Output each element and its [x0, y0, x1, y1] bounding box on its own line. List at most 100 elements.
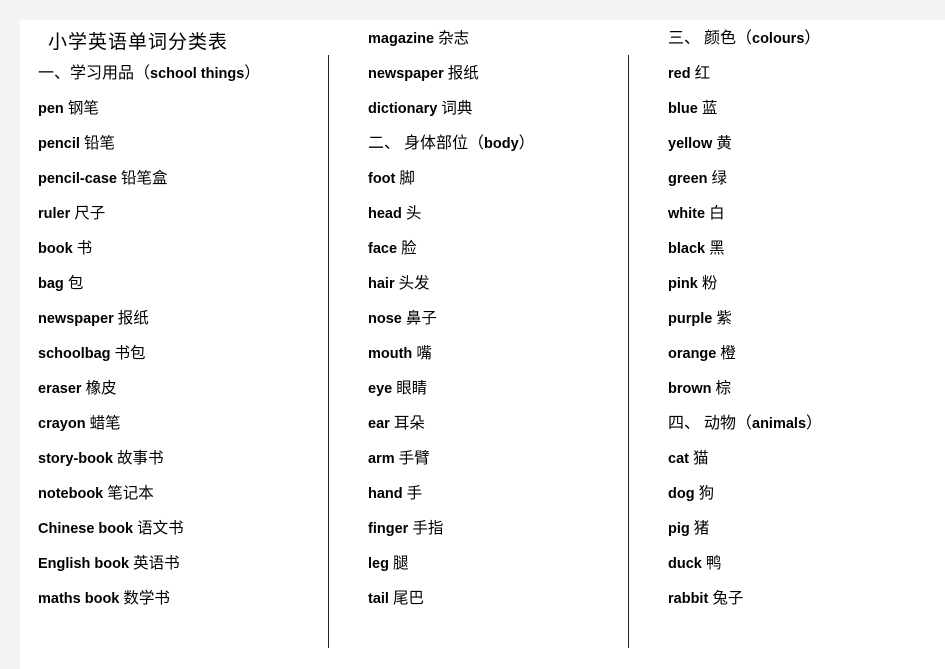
vocabulary-entry: cat 猫 — [650, 440, 945, 475]
entry-english: English book — [38, 556, 130, 572]
entry-english: orange — [668, 346, 717, 362]
vocabulary-entry: face 脸 — [350, 230, 628, 265]
entry-english: maths book — [38, 591, 120, 607]
entry-chinese: 橙 — [720, 345, 736, 362]
vocabulary-entry: eraser 橡皮 — [20, 370, 328, 405]
vocabulary-entry: newspaper 报纸 — [20, 300, 328, 335]
entry-english: eye — [368, 381, 393, 397]
entry-english: tail — [368, 591, 389, 607]
entry-chinese: 故事书 — [116, 450, 164, 467]
vocabulary-entry: blue 蓝 — [650, 90, 945, 125]
vocabulary-entry: pencil 铅笔 — [20, 125, 328, 160]
section-heading-zh: 一、学习用品（ — [38, 65, 151, 82]
entry-english: Chinese book — [38, 521, 134, 537]
entry-chinese: 语文书 — [137, 520, 184, 537]
entry-chinese: 黄 — [716, 135, 732, 152]
entry-english: magazine — [368, 31, 435, 47]
entry-chinese: 头发 — [398, 275, 430, 292]
entry-english: brown — [668, 381, 712, 397]
entry-chinese: 铅笔 — [83, 135, 115, 152]
entry-english: foot — [368, 171, 396, 187]
entry-english: pencil-case — [38, 171, 117, 187]
entry-chinese: 头 — [405, 205, 422, 222]
entry-english: nose — [368, 311, 402, 327]
entry-english: head — [368, 206, 402, 222]
entry-english: finger — [368, 521, 409, 537]
section-heading-zh-close: ） — [244, 65, 261, 82]
vocabulary-entry: hand 手 — [350, 475, 628, 510]
entry-english: book — [38, 241, 73, 257]
entry-chinese: 腿 — [392, 555, 409, 572]
entry-english: arm — [368, 451, 395, 467]
entry-chinese: 数学书 — [123, 590, 170, 607]
vocabulary-entry: English book 英语书 — [20, 545, 328, 580]
section-heading-en: colours — [752, 31, 805, 47]
entry-chinese: 绿 — [711, 170, 728, 187]
entry-english: newspaper — [38, 311, 114, 327]
entry-english: pen — [38, 101, 64, 117]
section-heading-zh-close: ） — [804, 30, 821, 47]
entry-chinese: 蜡笔 — [89, 415, 121, 432]
vocabulary-column-1: 小学英语单词分类表 一、学习用品（school things） pen 钢笔 penc… — [20, 20, 328, 669]
vocabulary-entry: ruler 尺子 — [20, 195, 328, 230]
entry-english: crayon — [38, 416, 86, 432]
entry-chinese: 蓝 — [701, 100, 718, 117]
entry-chinese: 白 — [709, 205, 725, 222]
entry-english: newspaper — [368, 66, 444, 82]
entry-chinese: 黑 — [709, 240, 725, 257]
section-heading-en: animals — [752, 416, 807, 432]
entry-chinese: 笔记本 — [107, 485, 154, 502]
entry-chinese: 猫 — [693, 450, 709, 467]
entry-chinese: 手 — [406, 485, 423, 502]
vocabulary-entry: eye 眼睛 — [350, 370, 628, 405]
entry-chinese: 书 — [76, 240, 93, 257]
vocabulary-column-2: magazine 杂志 newspaper 报纸 dictionary 词典 二、 身… — [328, 20, 628, 669]
entry-english: ear — [368, 416, 390, 432]
entry-chinese: 耳朵 — [393, 415, 425, 432]
vocabulary-entry: yellow 黄 — [650, 125, 945, 160]
vocabulary-entry: ear 耳朵 — [350, 405, 628, 440]
entry-english: hand — [368, 486, 403, 502]
vocabulary-entry: pencil-case 铅笔盒 — [20, 160, 328, 195]
entry-english: pencil — [38, 136, 80, 152]
entry-chinese: 红 — [694, 65, 711, 82]
section-heading-zh: 三、 颜色（ — [668, 30, 753, 47]
entry-english: red — [668, 66, 691, 82]
vocabulary-entry: book 书 — [20, 230, 328, 265]
document-sheet: 小学英语单词分类表 一、学习用品（school things） pen 钢笔 penc… — [20, 20, 945, 669]
vocabulary-entry: crayon 蜡笔 — [20, 405, 328, 440]
entry-english: mouth — [368, 346, 413, 362]
section-heading: 三、 颜色（colours） — [650, 20, 945, 55]
entry-english: leg — [368, 556, 389, 572]
section-heading-zh-close: ） — [806, 415, 823, 432]
entry-english: pink — [668, 276, 698, 292]
vocabulary-entry: magazine 杂志 — [350, 20, 628, 55]
entry-chinese: 嘴 — [416, 345, 432, 362]
entry-english: cat — [668, 451, 689, 467]
entry-chinese: 眼睛 — [396, 380, 428, 397]
section-heading-en: school things — [150, 66, 245, 82]
entry-chinese: 杂志 — [438, 30, 470, 47]
vocabulary-entry: pink 粉 — [650, 265, 945, 300]
column-container: 小学英语单词分类表 一、学习用品（school things） pen 钢笔 penc… — [20, 20, 945, 669]
section-heading-en: body — [484, 136, 519, 152]
entry-chinese: 橡皮 — [85, 380, 117, 397]
entry-chinese: 鸭 — [705, 555, 722, 572]
section-heading: 二、 身体部位（body） — [350, 125, 628, 160]
entry-chinese: 英语书 — [133, 555, 180, 572]
vocabulary-entry: dog 狗 — [650, 475, 945, 510]
vocabulary-entry: tail 尾巴 — [350, 580, 628, 615]
vocabulary-entry: finger 手指 — [350, 510, 628, 545]
vocabulary-entry: mouth 嘴 — [350, 335, 628, 370]
vocabulary-entry: Chinese book 语文书 — [20, 510, 328, 545]
page-margin-left — [0, 0, 20, 669]
entry-english: rabbit — [668, 591, 709, 607]
entry-chinese: 书包 — [114, 345, 146, 362]
entry-english: duck — [668, 556, 702, 572]
vocabulary-entry: newspaper 报纸 — [350, 55, 628, 90]
vocabulary-entry: schoolbag 书包 — [20, 335, 328, 370]
vocabulary-entry: rabbit 兔子 — [650, 580, 945, 615]
entry-english: yellow — [668, 136, 713, 152]
vocabulary-entry: red 红 — [650, 55, 945, 90]
entry-chinese: 报纸 — [117, 310, 149, 327]
